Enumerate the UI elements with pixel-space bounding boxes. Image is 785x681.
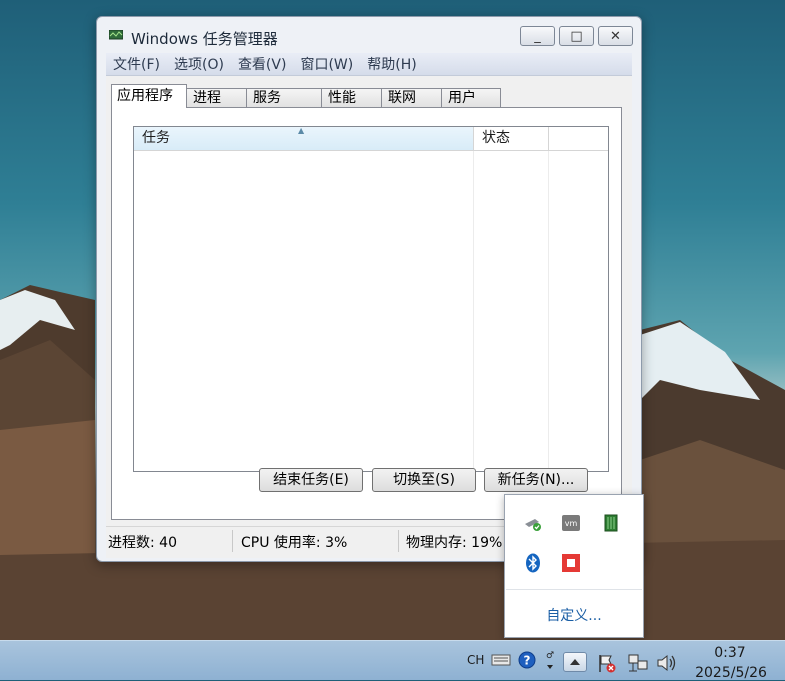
maximize-icon: □ (570, 28, 583, 44)
task-manager-icon (109, 30, 123, 40)
close-button[interactable]: ✕ (598, 26, 633, 46)
list-header: ▲ 任务 状态 (134, 127, 608, 151)
network-shield-icon[interactable] (523, 513, 543, 533)
end-task-button[interactable]: 结束任务(E) (259, 468, 363, 492)
column-task-label: 任务 (142, 130, 170, 146)
task-manager-window: Windows 任务管理器 _ □ ✕ 文件(F) 选项(O) 查看(V) 窗口… (96, 16, 642, 562)
task-list[interactable]: ▲ 任务 状态 (133, 126, 609, 472)
column-divider (548, 151, 549, 471)
customize-link[interactable]: 自定义... (505, 605, 643, 625)
popup-divider (506, 589, 642, 590)
tab-processes[interactable]: 进程 (186, 88, 247, 108)
tab-networking[interactable]: 联网 (381, 88, 442, 108)
menu-file[interactable]: 文件(F) (106, 54, 167, 74)
language-indicator[interactable]: CH (467, 653, 484, 667)
process-count: 进程数: 40 (108, 535, 177, 551)
menu-window[interactable]: 窗口(W) (293, 54, 360, 74)
menu-bar: 文件(F) 选项(O) 查看(V) 窗口(W) 帮助(H) (106, 53, 632, 76)
clock-time[interactable]: 0:37 (700, 645, 760, 661)
tab-services[interactable]: 服务 (246, 88, 322, 108)
volume-icon[interactable] (656, 653, 678, 673)
window-title: Windows 任务管理器 (131, 30, 278, 48)
help-icon[interactable]: ? (518, 651, 536, 669)
taskbar: CH ? ♂ 0:37 2025/5/26 (0, 640, 785, 681)
bluetooth-icon[interactable] (523, 553, 543, 573)
tray-overflow-popup: vm 自定义... (504, 494, 644, 638)
svg-text:vm: vm (565, 519, 578, 528)
tab-performance[interactable]: 性能 (321, 88, 382, 108)
applications-panel: ▲ 任务 状态 结束任务(E) 切换至(S) 新任务(N)... (111, 107, 622, 520)
show-hidden-icons-icon[interactable] (563, 652, 587, 672)
column-status-label: 状态 (482, 130, 510, 146)
minimize-icon: _ (534, 28, 541, 44)
cpu-usage: CPU 使用率: 3% (241, 535, 348, 551)
title-bar[interactable]: Windows 任务管理器 _ □ ✕ (97, 17, 641, 51)
svg-text:?: ? (524, 654, 531, 668)
client-area: 应用程序 进程 服务 性能 联网 用户 ▲ 任务 状态 结束任务(E) 切换至(… (106, 76, 632, 558)
minimize-button[interactable]: _ (520, 26, 555, 46)
sort-ascending-icon: ▲ (298, 126, 305, 135)
keyboard-icon[interactable] (491, 653, 511, 667)
new-task-button[interactable]: 新任务(N)... (484, 468, 588, 492)
menu-options[interactable]: 选项(O) (167, 54, 231, 74)
memory-usage: 物理内存: 19% (406, 535, 503, 551)
red-stop-icon[interactable] (561, 553, 581, 573)
maximize-button[interactable]: □ (559, 26, 594, 46)
tab-strip: 应用程序 进程 服务 性能 联网 用户 (111, 84, 501, 108)
action-center-icon[interactable] (597, 653, 617, 673)
column-header-status[interactable]: 状态 (474, 127, 549, 151)
green-chip-icon[interactable] (601, 513, 621, 533)
column-header-task[interactable]: ▲ 任务 (134, 127, 474, 151)
tab-users[interactable]: 用户 (441, 88, 501, 108)
network-icon[interactable] (627, 653, 649, 673)
menu-view[interactable]: 查看(V) (231, 54, 294, 74)
column-header-filler (549, 127, 608, 151)
column-divider (473, 151, 474, 471)
svg-text:♂: ♂ (546, 651, 554, 661)
vmware-icon[interactable]: vm (561, 513, 581, 533)
close-icon: ✕ (610, 28, 621, 44)
menu-help[interactable]: 帮助(H) (360, 54, 423, 74)
switch-to-button[interactable]: 切换至(S) (372, 468, 476, 492)
pen-icon[interactable]: ♂ (544, 649, 556, 673)
tab-applications[interactable]: 应用程序 (111, 84, 187, 108)
